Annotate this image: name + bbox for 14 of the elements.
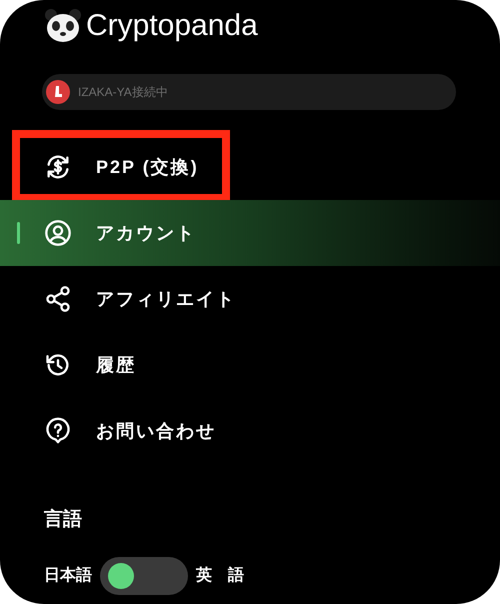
question-bubble-icon [44, 417, 72, 445]
menu-item[interactable]: 履歴 [0, 332, 500, 398]
panda-logo-icon [44, 8, 82, 44]
menu-item[interactable]: お問い合わせ [0, 398, 500, 464]
language-heading: 言語 [44, 508, 83, 532]
user-circle-icon [44, 219, 72, 247]
language-switch[interactable] [100, 556, 188, 594]
share-icon [44, 285, 72, 313]
brand-name: Cryptopanda [86, 11, 258, 41]
status-text: IZAKA-YA接続中 [78, 84, 168, 101]
menu-item[interactable]: アカウント [0, 200, 500, 266]
english-label: 英 語 [196, 565, 244, 586]
menu-item[interactable]: アフィリエイト [0, 266, 500, 332]
japanese-label: 日本語 [44, 565, 92, 586]
